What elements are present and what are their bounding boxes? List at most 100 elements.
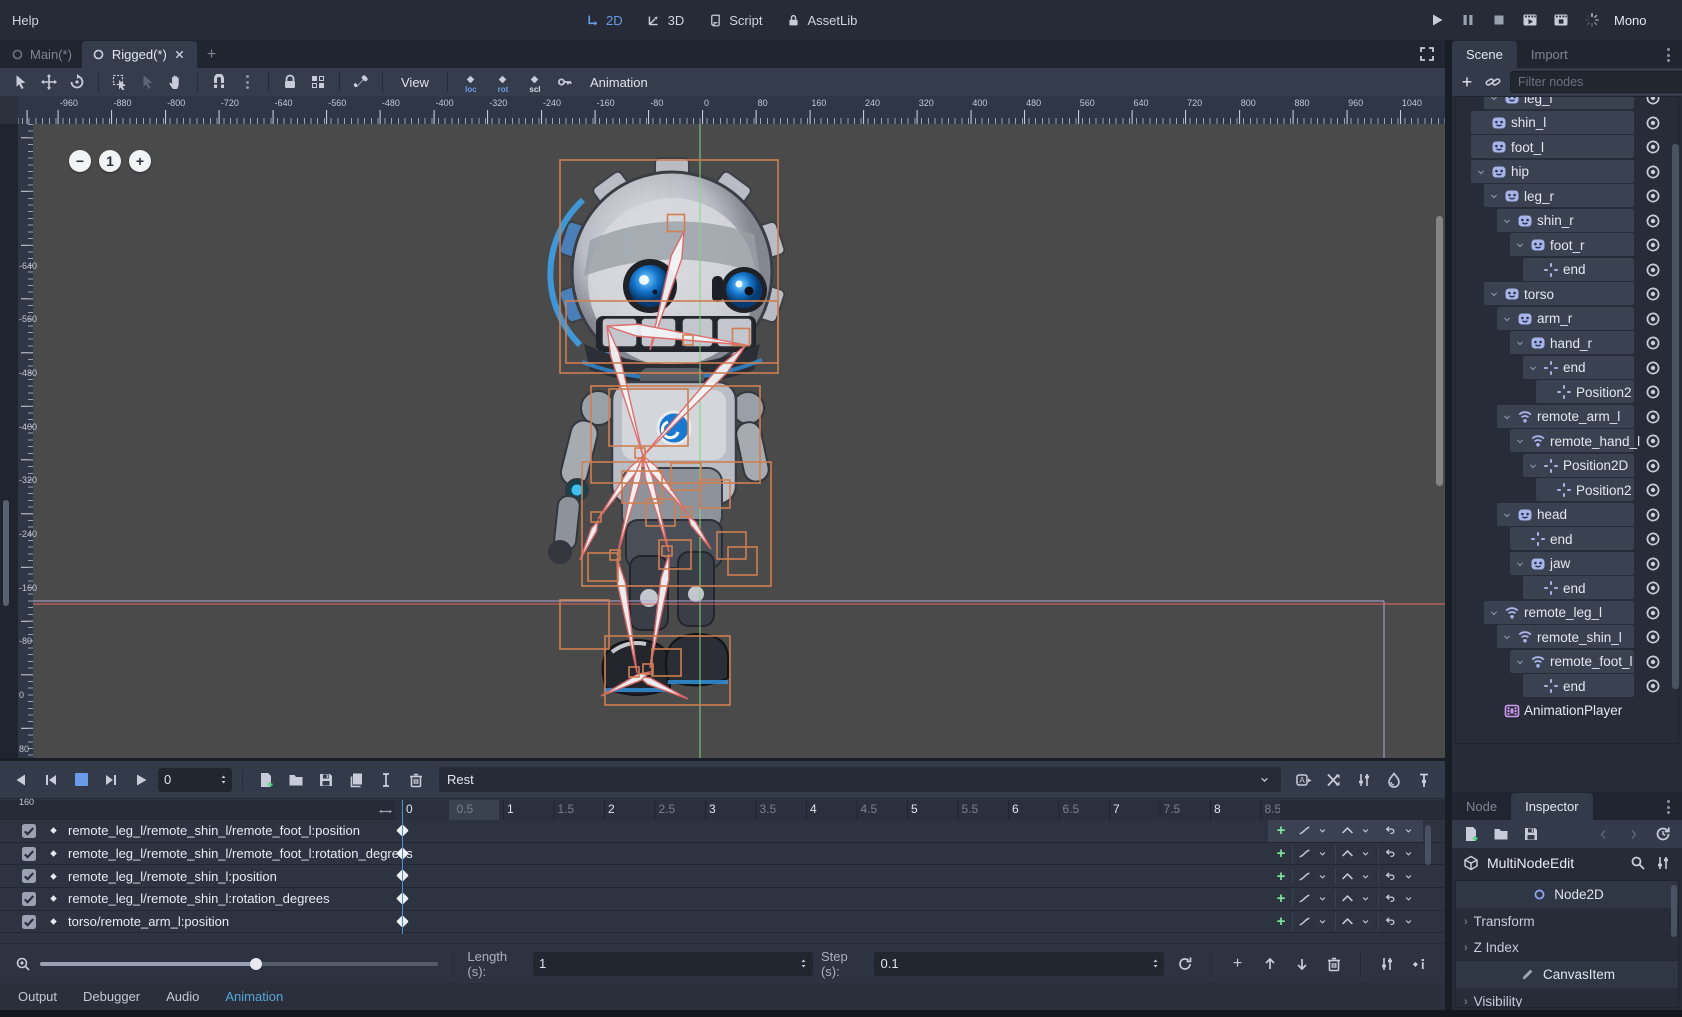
- inspector-tools-icon[interactable]: [1654, 854, 1672, 872]
- collapse-arrow-icon[interactable]: [1501, 509, 1513, 521]
- tracks-scrollbar[interactable]: [1425, 825, 1431, 865]
- interpolation-mode-button[interactable]: [1335, 913, 1376, 931]
- snap-toggle-button[interactable]: [206, 70, 232, 94]
- save-animation-button[interactable]: [313, 768, 339, 792]
- snap-settings-button[interactable]: [1375, 952, 1399, 976]
- step-spinbox[interactable]: [874, 952, 1164, 976]
- collapse-arrow-icon[interactable]: [1501, 215, 1513, 227]
- new-resource-button[interactable]: [1462, 825, 1480, 843]
- current-time-spinbox[interactable]: [158, 768, 232, 792]
- visibility-eye-icon[interactable]: [1644, 310, 1662, 328]
- spinner-arrows-icon[interactable]: [214, 771, 232, 789]
- filter-nodes-input[interactable]: [1510, 71, 1682, 93]
- collapse-arrow-icon[interactable]: [1488, 96, 1500, 104]
- bone-selection-box[interactable]: [588, 553, 618, 581]
- collapse-arrow-icon[interactable]: [1527, 362, 1539, 374]
- collapse-arrow-icon[interactable]: [1501, 631, 1513, 643]
- bone-selection-box[interactable]: [728, 547, 757, 575]
- visibility-eye-icon[interactable]: [1644, 628, 1662, 646]
- add-key-button[interactable]: +: [1272, 913, 1290, 931]
- scene-tree-scrollbar[interactable]: [1672, 144, 1679, 689]
- snap-options-button[interactable]: [234, 70, 260, 94]
- distraction-free-icon[interactable]: [1418, 45, 1436, 63]
- visibility-eye-icon[interactable]: [1644, 285, 1662, 303]
- property-group-transform[interactable]: ›Transform: [1456, 909, 1678, 935]
- remove-track-button[interactable]: [1322, 952, 1346, 976]
- onion-skinning-button[interactable]: [1381, 768, 1407, 792]
- tree-row-remote_foot_l[interactable]: remote_foot_l: [1456, 650, 1678, 674]
- visibility-eye-icon[interactable]: [1644, 236, 1662, 254]
- collapse-arrow-icon[interactable]: [1514, 435, 1526, 447]
- tree-row-hand_r[interactable]: hand_r: [1456, 331, 1678, 355]
- loop-mode-button[interactable]: [1378, 913, 1419, 931]
- pin-panel-button[interactable]: [1411, 768, 1437, 792]
- collapse-arrow-icon[interactable]: [1501, 411, 1513, 423]
- play-scene-button[interactable]: [1521, 11, 1539, 29]
- visibility-eye-icon[interactable]: [1644, 457, 1662, 475]
- collapse-arrow-icon[interactable]: [1514, 656, 1526, 668]
- track-enabled-checkbox[interactable]: [22, 915, 36, 929]
- tree-row-hip[interactable]: hip: [1456, 160, 1678, 184]
- close-icon[interactable]: [173, 48, 187, 62]
- scene-tab-main[interactable]: Main(*): [0, 41, 82, 68]
- visibility-eye-icon[interactable]: [1644, 604, 1662, 622]
- visibility-eye-icon[interactable]: [1644, 187, 1662, 205]
- canvas-vertical-scrollbar[interactable]: [1436, 216, 1443, 486]
- tree-row-foot_l[interactable]: foot_l: [1456, 135, 1678, 159]
- move-track-down-button[interactable]: [1290, 952, 1314, 976]
- add-key-button[interactable]: +: [1272, 845, 1290, 863]
- animation-name-dropdown[interactable]: Rest: [439, 767, 1281, 792]
- loop-mode-button[interactable]: [1378, 890, 1419, 908]
- play-backwards-from-end-button[interactable]: [8, 768, 34, 792]
- animation-track[interactable]: remote_leg_l/remote_shin_l:rotation_degr…: [0, 888, 1445, 911]
- new-animation-button[interactable]: [253, 768, 279, 792]
- dock-menu-icon[interactable]: [1662, 48, 1674, 62]
- dock-tab-inspector[interactable]: Inspector: [1511, 793, 1592, 820]
- view-menu-button[interactable]: View: [391, 73, 439, 92]
- add-node-button[interactable]: +: [1458, 73, 1476, 91]
- collapse-arrow-icon[interactable]: [1514, 558, 1526, 570]
- key-value-edit-button[interactable]: [1407, 952, 1431, 976]
- scene-tab-rigged[interactable]: Rigged(*): [82, 41, 197, 68]
- property-group-visibility[interactable]: ›Visibility: [1456, 989, 1678, 1008]
- visibility-eye-icon[interactable]: [1644, 432, 1662, 450]
- animation-tools-button[interactable]: [1351, 768, 1377, 792]
- interpolation-mode-button[interactable]: [1335, 867, 1376, 885]
- stop-button[interactable]: [1490, 11, 1508, 29]
- add-key-button[interactable]: +: [1272, 890, 1290, 908]
- dock-tab-import[interactable]: Import: [1517, 41, 1582, 68]
- dock-splitter[interactable]: [1445, 40, 1452, 1010]
- tree-row-leg_r[interactable]: leg_r: [1456, 184, 1678, 208]
- instance-scene-button[interactable]: [1484, 73, 1502, 91]
- tree-row-end[interactable]: end: [1456, 576, 1678, 600]
- history-forward-button[interactable]: [1624, 825, 1642, 843]
- update-mode-button[interactable]: [1292, 890, 1333, 908]
- add-track-button[interactable]: +: [1226, 952, 1250, 976]
- interpolation-mode-button[interactable]: [1335, 822, 1376, 840]
- nav-3d[interactable]: 3D: [637, 8, 693, 32]
- collapse-arrow-icon[interactable]: [1488, 607, 1500, 619]
- visibility-eye-icon[interactable]: [1644, 408, 1662, 426]
- play-backwards-button[interactable]: [38, 768, 64, 792]
- new-scene-tab-button[interactable]: +: [197, 41, 226, 68]
- tree-row-foot_r[interactable]: foot_r: [1456, 233, 1678, 257]
- 2d-canvas[interactable]: − 1 +: [33, 124, 1445, 758]
- visibility-eye-icon[interactable]: [1644, 383, 1662, 401]
- tree-row-torso[interactable]: torso: [1456, 282, 1678, 306]
- tree-row-position2[interactable]: Position2: [1456, 380, 1678, 404]
- loop-mode-button[interactable]: [1378, 845, 1419, 863]
- tree-row-end[interactable]: end: [1456, 527, 1678, 551]
- add-key-button[interactable]: +: [1272, 822, 1290, 840]
- tree-row-end[interactable]: end: [1456, 356, 1678, 380]
- visibility-eye-icon[interactable]: [1644, 96, 1662, 107]
- track-enabled-checkbox[interactable]: [22, 824, 36, 838]
- move-track-up-button[interactable]: [1258, 952, 1282, 976]
- collapse-arrow-icon[interactable]: [1501, 313, 1513, 325]
- property-search-icon[interactable]: [1629, 854, 1647, 872]
- zoom-out-button[interactable]: −: [69, 150, 91, 172]
- duplicate-animation-button[interactable]: [343, 768, 369, 792]
- tree-row-remote_shin_l[interactable]: remote_shin_l: [1456, 625, 1678, 649]
- select-tool-button[interactable]: [8, 70, 34, 94]
- interpolation-mode-button[interactable]: [1335, 890, 1376, 908]
- visibility-eye-icon[interactable]: [1644, 677, 1662, 695]
